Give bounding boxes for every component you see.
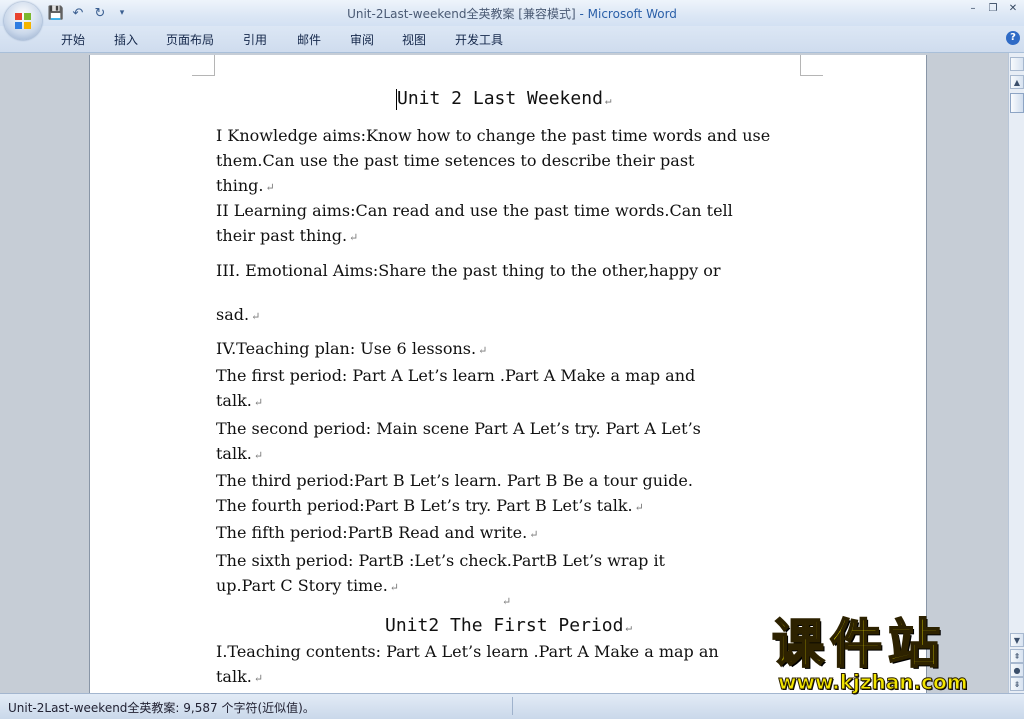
next-page-icon[interactable]: ⇟ <box>1010 677 1024 691</box>
text-line: I Knowledge aims:Know how to change the … <box>216 126 771 145</box>
emotional-aims-end: sad. ↵ <box>216 302 260 329</box>
paragraph-mark: ↵ <box>502 595 512 608</box>
document-title: Unit 2 Last Weekend ↵ <box>397 88 612 109</box>
window-controls: – ❐ ✕ <box>966 3 1020 15</box>
text-line: IV.Teaching plan: Use 6 lessons. ↵ <box>216 339 488 358</box>
paragraph-mark: ↵ <box>251 310 261 323</box>
text-line: up.Part C Story time. ↵ <box>216 575 399 595</box>
paragraph-mark: ↵ <box>625 621 633 634</box>
word-count-status[interactable]: Unit-2Last-weekend全英教案: 9,587 个字符(近似值)。 <box>8 699 315 716</box>
paragraph-mark: ↵ <box>253 396 264 410</box>
status-bar: Unit-2Last-weekend全英教案: 9,587 个字符(近似值)。 <box>0 693 1024 719</box>
scroll-down-icon[interactable]: ▼ <box>1010 633 1024 647</box>
paragraph-mark: ↵ <box>529 528 539 542</box>
text-line: thing. ↵ <box>216 176 275 196</box>
text-line: their past thing. ↵ <box>216 226 359 246</box>
paragraph-mark: ↵ <box>253 672 264 686</box>
browse-object-icon[interactable]: ● <box>1010 663 1024 677</box>
text-line: them.Can use the past time setences to d… <box>216 151 695 171</box>
teaching-plan-paragraph: IV.Teaching plan: Use 6 lessons. ↵ The fir… <box>216 336 701 600</box>
text-line: talk. ↵ <box>216 391 264 411</box>
text-line: II Learning aims:Can read and use the pa… <box>216 201 733 220</box>
app-name: Microsoft Word <box>587 7 677 21</box>
ruler-toggle-icon[interactable] <box>1010 57 1024 71</box>
tab-review[interactable]: 审阅 <box>350 31 374 48</box>
document-page[interactable]: Unit 2 Last Weekend ↵ I Knowledge aims:Kn… <box>89 55 927 693</box>
paragraph-mark: ↵ <box>265 181 275 195</box>
minimize-button[interactable]: – <box>966 3 980 15</box>
text-line: sad. ↵ <box>216 305 261 324</box>
text-line: The second period: Main scene Part A Let… <box>216 418 701 438</box>
scroll-thumb[interactable] <box>1010 93 1024 113</box>
text-line: I.Teaching contents: Part A Let’s learn … <box>216 642 719 661</box>
watermark-url: www.kjzhan.com <box>778 670 969 695</box>
text-line: talk. ↵ <box>216 443 264 463</box>
document-name: Unit-2Last-weekend全英教案 [兼容模式] <box>347 7 576 21</box>
document-workspace: Unit 2 Last Weekend ↵ I Knowledge aims:Kn… <box>0 53 1008 693</box>
site-watermark: 课件站 www.kjzhan.com <box>771 615 1007 695</box>
text-line: The first period: Part A Let’s learn .Pa… <box>216 366 696 386</box>
paragraph-mark: ↵ <box>634 501 644 515</box>
text-line: The fourth period:Part B Let’s try. Part… <box>216 496 644 516</box>
learning-aims-paragraph: II Learning aims:Can read and use the pa… <box>216 198 733 250</box>
tab-mailings[interactable]: 邮件 <box>297 31 321 48</box>
title-separator: - <box>575 7 588 21</box>
empty-paragraph: ↵ <box>500 590 511 609</box>
help-icon[interactable]: ? <box>1006 31 1020 45</box>
tab-view[interactable]: 视图 <box>402 31 426 48</box>
crop-mark-left <box>192 55 215 76</box>
tab-insert[interactable]: 插入 <box>114 31 138 48</box>
knowledge-aims-paragraph: I Knowledge aims:Know how to change the … <box>216 123 770 201</box>
scroll-up-icon[interactable]: ▲ <box>1010 75 1024 89</box>
previous-page-icon[interactable]: ⇞ <box>1010 649 1024 663</box>
crop-mark-right <box>800 55 823 76</box>
close-button[interactable]: ✕ <box>1006 3 1020 15</box>
text-line: The third period:Part B Let’s learn. Par… <box>216 471 693 491</box>
paragraph-mark: ↵ <box>478 344 488 357</box>
title-bar: 💾 ↶ ↻ ▾ Unit-2Last-weekend全英教案 [兼容模式] - … <box>0 0 1024 26</box>
window-title: Unit-2Last-weekend全英教案 [兼容模式] - Microsof… <box>0 5 1024 22</box>
tab-page-layout[interactable]: 页面布局 <box>166 31 214 48</box>
paragraph-mark: ↵ <box>349 231 359 245</box>
section-title: Unit2 The First Period ↵ <box>385 615 633 636</box>
text-line: talk. ↵ <box>216 667 264 687</box>
office-logo-icon <box>15 13 31 29</box>
paragraph-mark: ↵ <box>253 448 264 462</box>
office-button[interactable] <box>4 2 42 40</box>
tab-home[interactable]: 开始 <box>61 31 85 48</box>
tab-references[interactable]: 引用 <box>243 31 267 48</box>
teaching-contents-paragraph: I.Teaching contents: Part A Let’s learn … <box>216 639 719 691</box>
status-divider <box>512 697 513 715</box>
text-line: The sixth period: PartB :Let’s check.Par… <box>216 550 665 570</box>
watermark-logo-text: 课件站 <box>771 615 947 675</box>
restore-button[interactable]: ❐ <box>986 3 1000 15</box>
emotional-aims-paragraph: III. Emotional Aims:Share the past thing… <box>216 258 721 283</box>
paragraph-mark: ↵ <box>604 94 612 107</box>
ribbon-tabs: 开始 插入 页面布局 引用 邮件 审阅 视图 开发工具 ? <box>0 26 1024 53</box>
text-line: III. Emotional Aims:Share the past thing… <box>216 261 721 280</box>
text-line: The fifth period:PartB Read and write. ↵ <box>216 523 539 543</box>
tab-developer[interactable]: 开发工具 <box>455 31 503 48</box>
vertical-scrollbar[interactable]: ▲ ▼ ⇞ ● ⇟ <box>1008 53 1024 693</box>
paragraph-mark: ↵ <box>389 580 399 594</box>
